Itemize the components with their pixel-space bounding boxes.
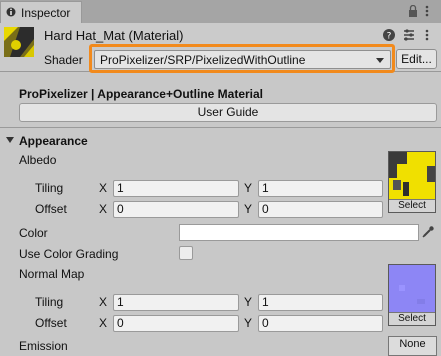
normal-offset-y-field[interactable]: 0: [258, 315, 383, 332]
albedo-tiling-x-axis: X: [99, 181, 108, 195]
albedo-offset-x-field[interactable]: 0: [113, 201, 239, 218]
normal-offset-label: Offset: [35, 316, 67, 330]
normal-tiling-y-axis: Y: [244, 295, 253, 309]
user-guide-button[interactable]: User Guide: [19, 103, 437, 122]
albedo-texture-preview: [389, 152, 435, 200]
normal-tiling-label: Tiling: [35, 295, 64, 309]
normal-map-texture-preview: [389, 265, 435, 313]
chevron-down-icon: [376, 58, 384, 63]
material-preview-icon: [4, 27, 34, 57]
lock-icon[interactable]: [408, 5, 418, 17]
tab-inspector[interactable]: Inspector: [0, 1, 82, 23]
context-menu-icon[interactable]: [425, 29, 429, 41]
albedo-offset-y-axis: Y: [244, 202, 253, 216]
normal-tiling-y-field[interactable]: 1: [258, 294, 383, 311]
albedo-offset-label: Offset: [35, 202, 67, 216]
albedo-offset-x-axis: X: [99, 202, 108, 216]
normal-map-texture-slot[interactable]: Select: [388, 264, 436, 326]
albedo-texture-slot[interactable]: Select: [388, 151, 436, 213]
albedo-tiling-y-axis: Y: [244, 181, 253, 195]
emission-label: Emission: [19, 339, 68, 353]
svg-text:?: ?: [387, 32, 392, 42]
albedo-select-button[interactable]: Select: [389, 199, 435, 212]
shader-label: Shader: [44, 53, 83, 67]
emission-texture-slot[interactable]: None: [388, 336, 437, 356]
normal-map-select-button[interactable]: Select: [389, 312, 435, 325]
edit-shader-button[interactable]: Edit...: [396, 49, 437, 69]
foldout-arrow-icon[interactable]: [6, 137, 14, 143]
tab-title: Inspector: [21, 6, 71, 20]
info-icon: [6, 7, 16, 17]
divider: [0, 127, 441, 128]
albedo-tiling-label: Tiling: [35, 181, 64, 195]
albedo-label: Albedo: [19, 153, 57, 167]
help-icon[interactable]: ?: [382, 28, 396, 42]
more-options-icon[interactable]: [425, 5, 429, 17]
normal-tiling-x-field[interactable]: 1: [113, 294, 239, 311]
normal-offset-x-field[interactable]: 0: [113, 315, 239, 332]
appearance-section-title[interactable]: Appearance: [19, 134, 88, 148]
color-swatch[interactable]: [179, 224, 419, 241]
albedo-tiling-y-field[interactable]: 1: [258, 180, 383, 197]
material-type-title: ProPixelizer | Appearance+Outline Materi…: [19, 87, 264, 101]
normal-offset-y-axis: Y: [244, 316, 253, 330]
normal-map-label: Normal Map: [19, 267, 85, 281]
use-color-grading-label: Use Color Grading: [19, 247, 119, 261]
normal-offset-x-axis: X: [99, 316, 108, 330]
albedo-tiling-x-field[interactable]: 1: [113, 180, 239, 197]
preset-icon[interactable]: [402, 28, 416, 42]
shader-value: ProPixelizer/SRP/PixelizedWithOutline: [100, 53, 306, 67]
albedo-offset-y-field[interactable]: 0: [258, 201, 383, 218]
color-label: Color: [19, 226, 48, 240]
shader-dropdown[interactable]: ProPixelizer/SRP/PixelizedWithOutline: [94, 50, 391, 69]
emission-value: None: [399, 338, 426, 350]
material-name: Hard Hat_Mat (Material): [44, 28, 184, 43]
normal-tiling-x-axis: X: [99, 295, 108, 309]
use-color-grading-checkbox[interactable]: [179, 246, 193, 260]
eyedropper-icon[interactable]: [421, 225, 435, 239]
